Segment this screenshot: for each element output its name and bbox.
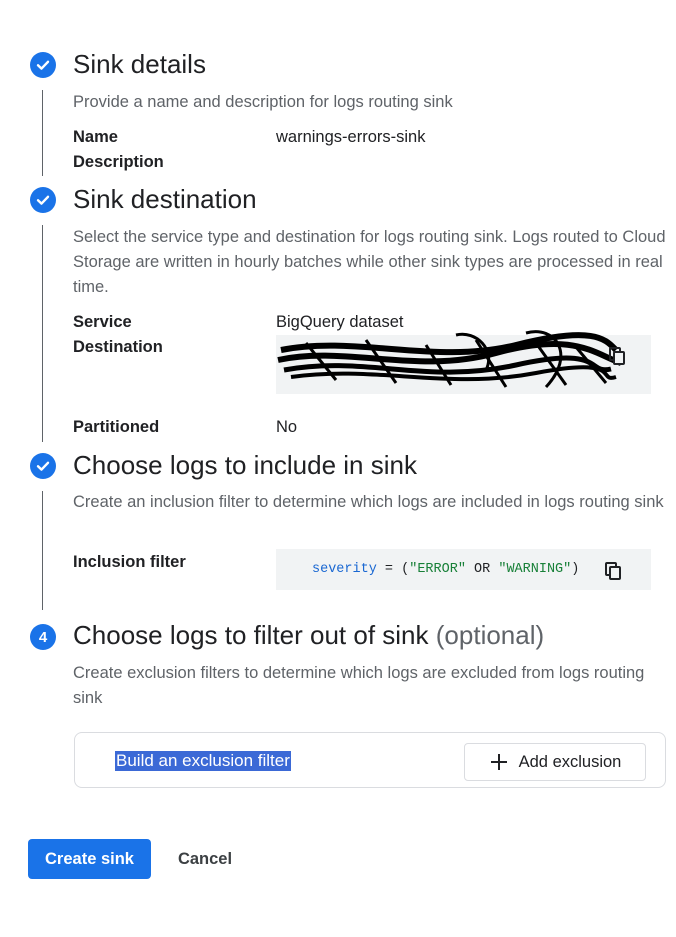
step-4-title[interactable]: Choose logs to filter out of sink (optio… [73, 620, 544, 651]
step-2-title[interactable]: Sink destination [73, 184, 257, 215]
step-1-title[interactable]: Sink details [73, 49, 206, 80]
step-3-description: Create an inclusion filter to determine … [73, 493, 664, 511]
filter-or: OR [465, 562, 499, 577]
plus-icon [490, 754, 507, 770]
step-3-rail [42, 491, 43, 610]
filter-value-warning: "WARNING" [498, 562, 572, 577]
name-label: Name [73, 128, 118, 146]
step-1-complete-icon [30, 52, 56, 78]
cancel-button[interactable]: Cancel [166, 839, 244, 879]
step-1-description: Provide a name and description for logs … [73, 93, 453, 111]
name-value: warnings-errors-sink [276, 128, 426, 146]
step-4-number: 4 [38, 628, 48, 646]
step-4-optional: (optional) [435, 620, 545, 650]
step-3-title[interactable]: Choose logs to include in sink [73, 450, 417, 481]
inclusion-filter-code: severity = ("ERROR" OR "WARNING") [312, 562, 579, 577]
copy-destination-icon[interactable] [609, 347, 625, 365]
exclusion-filter-card: Build an exclusion filter Add exclusion [74, 732, 666, 788]
inclusion-filter-label: Inclusion filter [73, 553, 186, 571]
filter-value-error: "ERROR" [409, 562, 466, 577]
step-4-title-text: Choose logs to filter out of sink [73, 620, 429, 650]
inclusion-filter-box: severity = ("ERROR" OR "WARNING") [276, 549, 651, 590]
description-label: Description [73, 153, 164, 171]
filter-key: severity [312, 562, 377, 577]
copy-filter-icon[interactable] [605, 562, 621, 580]
step-2-complete-icon [30, 187, 56, 213]
partitioned-value: No [276, 418, 298, 436]
redaction-scribble [277, 330, 622, 389]
add-exclusion-button[interactable]: Add exclusion [464, 743, 646, 781]
partitioned-label: Partitioned [73, 418, 160, 436]
destination-label: Destination [73, 338, 163, 356]
step-3-complete-icon [30, 453, 56, 479]
step-2-rail [42, 225, 43, 442]
create-sink-button[interactable]: Create sink [28, 839, 151, 879]
destination-value-box [276, 330, 651, 394]
filter-close: ) [571, 562, 580, 577]
step-4-number-badge: 4 [30, 624, 56, 650]
step-1-rail [42, 90, 43, 176]
step-4-description: Create exclusion filters to determine wh… [73, 664, 645, 707]
build-exclusion-filter-link[interactable]: Build an exclusion filter [115, 751, 291, 771]
step-2-description: Select the service type and destination … [73, 228, 666, 296]
service-label: Service [73, 313, 132, 331]
filter-operator: = ( [376, 562, 410, 577]
add-exclusion-label: Add exclusion [518, 752, 622, 771]
